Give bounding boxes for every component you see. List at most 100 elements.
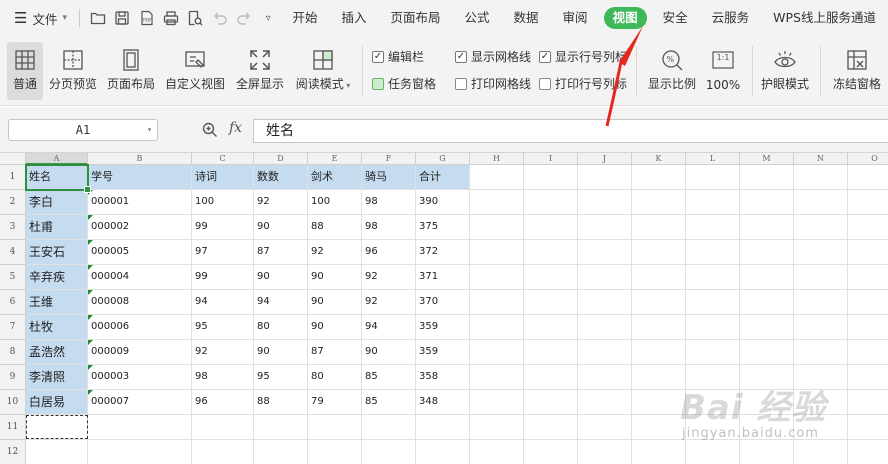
cell-n4[interactable]	[794, 240, 848, 265]
cell-c12[interactable]	[192, 440, 254, 464]
zoom-search-icon[interactable]	[202, 122, 218, 138]
cell-c2[interactable]: 100	[192, 190, 254, 215]
cell-m4[interactable]	[740, 240, 794, 265]
custom-view-button[interactable]: 自定义视图	[162, 42, 228, 100]
cell-c10[interactable]: 96	[192, 390, 254, 415]
cell-a2[interactable]: 李白	[26, 190, 88, 215]
cell-f10[interactable]: 85	[362, 390, 416, 415]
print-icon[interactable]	[159, 0, 183, 36]
cell-h5[interactable]	[470, 265, 524, 290]
cell-h1[interactable]	[470, 165, 524, 190]
cell-d7[interactable]: 80	[254, 315, 308, 340]
cell-j4[interactable]	[578, 240, 632, 265]
cell-n12[interactable]	[794, 440, 848, 464]
cell-g6[interactable]: 370	[416, 290, 470, 315]
cell-g9[interactable]: 358	[416, 365, 470, 390]
cell-o10[interactable]	[848, 390, 888, 415]
cell-e6[interactable]: 90	[308, 290, 362, 315]
cell-b11[interactable]	[88, 415, 192, 440]
cell-o1[interactable]	[848, 165, 888, 190]
cell-f12[interactable]	[362, 440, 416, 464]
cell-n6[interactable]	[794, 290, 848, 315]
cell-g8[interactable]: 359	[416, 340, 470, 365]
cell-l12[interactable]	[686, 440, 740, 464]
tab-page-layout[interactable]: 页面布局	[379, 0, 453, 36]
cell-b7[interactable]: 000006	[88, 315, 192, 340]
cell-e11[interactable]	[308, 415, 362, 440]
cell-k4[interactable]	[632, 240, 686, 265]
cell-h12[interactable]	[470, 440, 524, 464]
column-header-j[interactable]: J	[578, 153, 632, 165]
cell-n8[interactable]	[794, 340, 848, 365]
cell-a1[interactable]: 姓名	[26, 165, 88, 190]
cell-n7[interactable]	[794, 315, 848, 340]
cell-c8[interactable]: 92	[192, 340, 254, 365]
tab-review[interactable]: 审阅	[551, 0, 600, 36]
tab-security[interactable]: 安全	[651, 0, 700, 36]
cell-h7[interactable]	[470, 315, 524, 340]
print-headers-checkbox[interactable]: 打印行号列标	[539, 75, 627, 92]
cell-a11[interactable]	[26, 415, 88, 440]
cell-j3[interactable]	[578, 215, 632, 240]
cell-n5[interactable]	[794, 265, 848, 290]
cell-d11[interactable]	[254, 415, 308, 440]
cell-a12[interactable]	[26, 440, 88, 464]
cell-i12[interactable]	[524, 440, 578, 464]
cell-m12[interactable]	[740, 440, 794, 464]
cell-l4[interactable]	[686, 240, 740, 265]
cell-d10[interactable]: 88	[254, 390, 308, 415]
save-icon[interactable]	[110, 0, 134, 36]
cell-a7[interactable]: 杜牧	[26, 315, 88, 340]
cell-m10[interactable]	[740, 390, 794, 415]
cell-b4[interactable]: 000005	[88, 240, 192, 265]
cell-c6[interactable]: 94	[192, 290, 254, 315]
tab-insert[interactable]: 插入	[329, 0, 378, 36]
cell-j1[interactable]	[578, 165, 632, 190]
cell-h6[interactable]	[470, 290, 524, 315]
zoom-100-button[interactable]: 1:1 100%	[703, 42, 743, 100]
cell-g3[interactable]: 375	[416, 215, 470, 240]
cell-b12[interactable]	[88, 440, 192, 464]
cell-j10[interactable]	[578, 390, 632, 415]
cell-k12[interactable]	[632, 440, 686, 464]
cell-l11[interactable]	[686, 415, 740, 440]
quick-access-more-icon[interactable]: ▿	[256, 0, 280, 36]
cell-c11[interactable]	[192, 415, 254, 440]
name-box[interactable]: A1 ▾	[8, 119, 158, 141]
cell-j12[interactable]	[578, 440, 632, 464]
tab-home[interactable]: 开始	[280, 0, 329, 36]
cell-l8[interactable]	[686, 340, 740, 365]
cell-j6[interactable]	[578, 290, 632, 315]
row-header[interactable]: 6	[0, 290, 26, 315]
cell-m9[interactable]	[740, 365, 794, 390]
cell-f2[interactable]: 98	[362, 190, 416, 215]
cell-h2[interactable]	[470, 190, 524, 215]
cell-e2[interactable]: 100	[308, 190, 362, 215]
cell-c3[interactable]: 99	[192, 215, 254, 240]
cell-k8[interactable]	[632, 340, 686, 365]
column-header-d[interactable]: D	[254, 153, 308, 165]
cell-g4[interactable]: 372	[416, 240, 470, 265]
cell-o2[interactable]	[848, 190, 888, 215]
cell-d2[interactable]: 92	[254, 190, 308, 215]
row-header[interactable]: 12	[0, 440, 26, 464]
row-header[interactable]: 4	[0, 240, 26, 265]
cell-l7[interactable]	[686, 315, 740, 340]
cell-n2[interactable]	[794, 190, 848, 215]
cell-k9[interactable]	[632, 365, 686, 390]
cell-n9[interactable]	[794, 365, 848, 390]
column-header-c[interactable]: C	[192, 153, 254, 165]
cell-l9[interactable]	[686, 365, 740, 390]
freeze-panes-button[interactable]: 冻结窗格	[826, 42, 888, 100]
cell-e10[interactable]: 79	[308, 390, 362, 415]
cell-k10[interactable]	[632, 390, 686, 415]
cell-m5[interactable]	[740, 265, 794, 290]
cell-g5[interactable]: 371	[416, 265, 470, 290]
cell-b5[interactable]: 000004	[88, 265, 192, 290]
cell-n10[interactable]	[794, 390, 848, 415]
undo-icon[interactable]	[208, 0, 232, 36]
cell-m1[interactable]	[740, 165, 794, 190]
cell-a3[interactable]: 杜甫	[26, 215, 88, 240]
cell-o7[interactable]	[848, 315, 888, 340]
cell-k6[interactable]	[632, 290, 686, 315]
